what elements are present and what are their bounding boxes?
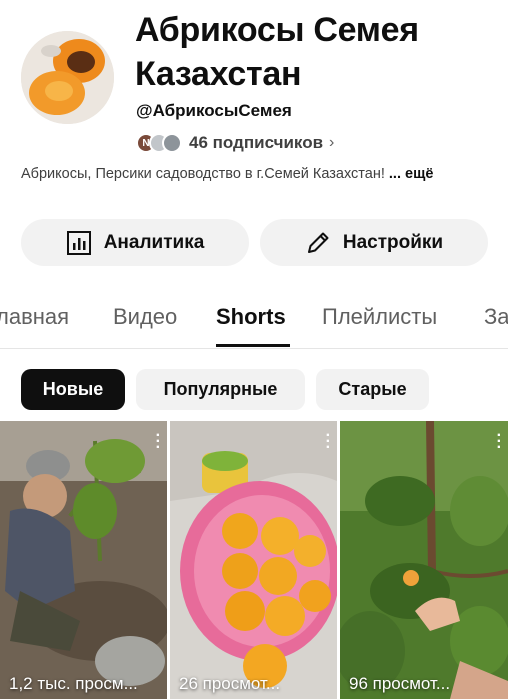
more-link[interactable]: ... ещё [389,166,433,182]
filter-popular[interactable]: Популярные [136,369,305,410]
channel-handle: @АбрикосыСемея [136,101,292,120]
more-options-icon[interactable]: · · · [156,428,161,456]
short-views: 26 просмот... [179,674,281,693]
short-thumbnail [170,421,337,699]
settings-button[interactable]: Настройки [260,219,488,266]
channel-tabs: лавная Видео Shorts Плейлисты За [0,290,508,349]
short-item[interactable]: · · · 1,2 тыс. просм... [0,421,167,699]
short-item[interactable]: · · · 96 просмот... [340,421,508,699]
short-views: 96 просмот... [349,674,451,693]
subscriber-count: 46 подписчиков [189,133,324,152]
short-item[interactable]: · · · 26 просмот... [170,421,337,699]
tab-videos[interactable]: Видео [113,304,177,330]
apricot-image [21,31,114,124]
tab-shorts[interactable]: Shorts [216,304,286,330]
short-views: 1,2 тыс. просм... [9,674,138,693]
tab-playlists[interactable]: Плейлисты [322,304,437,330]
channel-name: Абрикосы Семея Казахстан [135,11,419,93]
filter-old[interactable]: Старые [316,369,429,410]
analytics-button[interactable]: Аналитика [21,219,249,266]
settings-label: Настройки [342,231,444,253]
channel-description[interactable]: Абрикосы, Персики садоводство в г.Семей … [21,164,491,184]
subscriber-avatar [162,133,182,153]
tab-home[interactable]: лавная [0,304,69,330]
more-options-icon[interactable]: · · · [326,428,331,456]
short-thumbnail [0,421,167,699]
pencil-icon [307,232,329,253]
active-tab-indicator [216,344,290,347]
subscribers-row[interactable]: N 46 подписчиков › [136,131,334,155]
description-text: Абрикосы, Персики садоводство в г.Семей … [21,166,385,182]
chevron-right-icon: › [329,134,335,151]
analytics-label: Аналитика [103,231,205,253]
short-thumbnail [340,421,508,699]
filter-new[interactable]: Новые [21,369,125,410]
channel-avatar[interactable] [21,31,114,124]
tab-about[interactable]: За [484,304,508,330]
analytics-icon [66,230,91,255]
more-options-icon[interactable]: · · · [497,428,502,456]
